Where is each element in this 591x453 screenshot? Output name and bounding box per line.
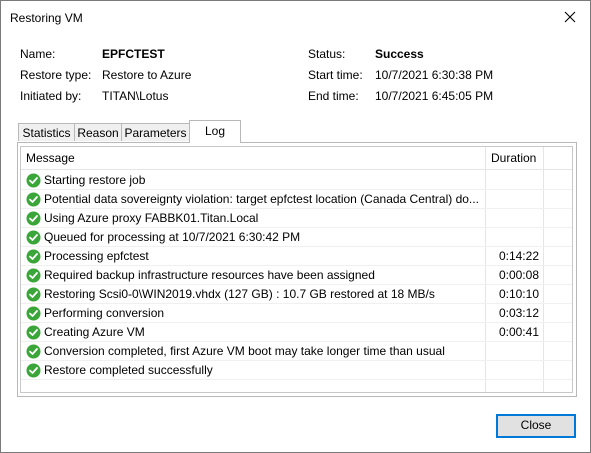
log-message: Potential data sovereignty violation: ta…	[44, 192, 479, 206]
end-time-label: End time:	[308, 89, 359, 103]
restore-type-value: Restore to Azure	[102, 68, 192, 82]
success-check-icon	[26, 363, 41, 378]
success-check-icon	[26, 268, 41, 283]
log-row[interactable]: Queued for processing at 10/7/2021 6:30:…	[21, 228, 572, 247]
tab-statistics[interactable]: Statistics	[18, 123, 75, 141]
log-message: Restoring Scsi0-0\WIN2019.vhdx (127 GB) …	[44, 287, 435, 301]
name-label: Name:	[20, 47, 56, 61]
log-row[interactable]: Required backup infrastructure resources…	[21, 266, 572, 285]
log-row[interactable]: Restoring Scsi0-0\WIN2019.vhdx (127 GB) …	[21, 285, 572, 304]
log-row[interactable]: Conversion completed, first Azure VM boo…	[21, 342, 572, 361]
log-row[interactable]: Starting restore job	[21, 171, 572, 190]
log-duration: 0:14:22	[498, 249, 539, 263]
log-message: Queued for processing at 10/7/2021 6:30:…	[44, 230, 301, 244]
success-check-icon	[26, 344, 41, 359]
start-time-value: 10/7/2021 6:30:38 PM	[375, 68, 494, 82]
log-message: Required backup infrastructure resources…	[44, 268, 375, 282]
log-message: Using Azure proxy FABBK01.Titan.Local	[44, 211, 259, 225]
log-duration: 0:00:08	[498, 268, 539, 282]
log-duration: 0:00:41	[498, 325, 539, 339]
log-header: Message Duration	[21, 147, 572, 170]
log-duration: 0:10:10	[498, 287, 539, 301]
success-check-icon	[26, 230, 41, 245]
end-time-value: 10/7/2021 6:45:05 PM	[375, 89, 494, 103]
close-icon[interactable]	[558, 5, 582, 29]
success-check-icon	[26, 173, 41, 188]
success-check-icon	[26, 211, 41, 226]
success-check-icon	[26, 249, 41, 264]
log-row[interactable]: Processing epfctest 0:14:22	[21, 247, 572, 266]
status-value: Success	[375, 47, 424, 61]
status-label: Status:	[308, 47, 346, 61]
success-check-icon	[26, 306, 41, 321]
tab-log[interactable]: Log	[189, 120, 241, 143]
title-bar: Restoring VM	[1, 1, 590, 34]
column-header-duration[interactable]: Duration	[491, 151, 536, 165]
success-check-icon	[26, 287, 41, 302]
log-duration: 0:03:12	[498, 306, 539, 320]
close-button[interactable]: Close	[496, 414, 576, 438]
restore-type-label: Restore type:	[20, 68, 92, 82]
column-header-message[interactable]: Message	[26, 151, 75, 165]
log-message: Conversion completed, first Azure VM boo…	[44, 344, 445, 358]
initiated-by-value: TITAN\Lotus	[102, 89, 169, 103]
start-time-label: Start time:	[308, 68, 363, 82]
initiated-by-label: Initiated by:	[20, 89, 82, 103]
log-row[interactable]: Creating Azure VM 0:00:41	[21, 323, 572, 342]
log-row[interactable]: Potential data sovereignty violation: ta…	[21, 190, 572, 209]
log-row[interactable]: Performing conversion 0:03:12	[21, 304, 572, 323]
name-value: EPFCTEST	[102, 47, 165, 61]
dialog-title: Restoring VM	[10, 11, 83, 25]
log-message: Starting restore job	[44, 173, 146, 187]
restoring-vm-dialog: Restoring VM Name: EPFCTEST Restore type…	[0, 0, 591, 453]
success-check-icon	[26, 325, 41, 340]
row-divider	[21, 379, 572, 380]
log-message: Creating Azure VM	[44, 325, 145, 339]
log-message: Processing epfctest	[44, 249, 149, 263]
log-message: Performing conversion	[44, 306, 165, 320]
log-rows: Starting restore job Potential data sover…	[21, 171, 572, 380]
log-message: Restore completed successfully	[44, 363, 213, 377]
log-row[interactable]: Using Azure proxy FABBK01.Titan.Local	[21, 209, 572, 228]
success-check-icon	[26, 192, 41, 207]
tab-reason[interactable]: Reason	[74, 123, 122, 141]
log-row[interactable]: Restore completed successfully	[21, 361, 572, 380]
log-list[interactable]: Message Duration Starting restore job Pot…	[20, 146, 573, 393]
tab-parameters[interactable]: Parameters	[121, 123, 190, 141]
